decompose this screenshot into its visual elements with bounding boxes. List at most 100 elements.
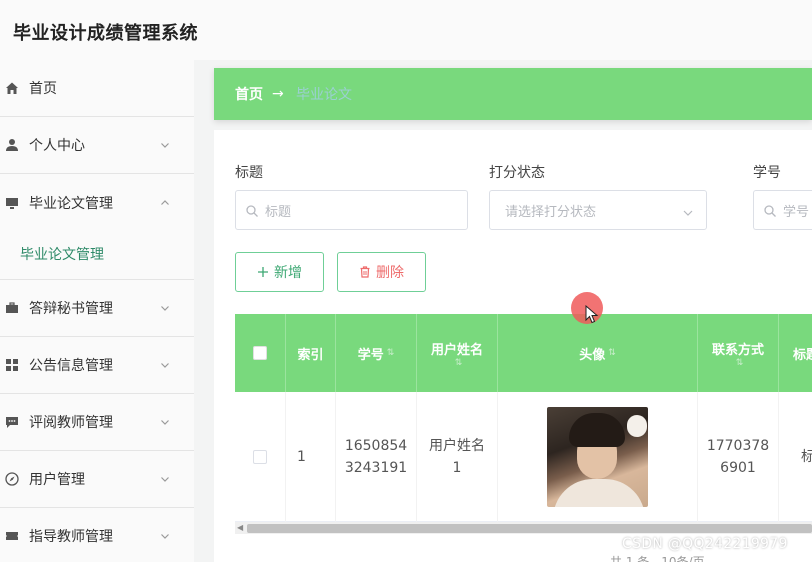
title-filter-placeholder: 标题 — [265, 204, 292, 220]
home-icon — [4, 81, 19, 96]
scrollbar-thumb[interactable] — [247, 524, 812, 533]
sidebar-item-reviewer[interactable]: 评阅教师管理 — [0, 394, 194, 451]
add-button-label: 新增 — [274, 265, 302, 281]
sidebar-item-label: 毕业论文管理 — [29, 195, 113, 212]
add-button[interactable]: 新增 — [235, 252, 324, 292]
cell-user-name: 用户姓名 1 — [417, 392, 498, 522]
column-header-index[interactable]: 索引 — [286, 314, 336, 392]
sidebar-item-label: 答辩秘书管理 — [29, 301, 113, 317]
chevron-down-icon — [159, 139, 171, 151]
cell-user-name-line: 1 — [452, 460, 462, 476]
column-header-student-no[interactable]: 学号 ⇅ — [336, 314, 417, 392]
app-title: 毕业设计成绩管理系统 — [13, 23, 198, 44]
sidebar-subitem-thesis-manage[interactable]: 毕业论文管理 — [0, 229, 194, 280]
status-filter-placeholder: 请选择打分状态 — [505, 204, 597, 220]
chevron-down-icon — [159, 302, 171, 314]
cell-student-no-line: 1650854 — [344, 438, 408, 454]
breadcrumb-home[interactable]: 首页 — [235, 84, 263, 104]
cell-contact-line: 6901 — [720, 460, 756, 476]
chevron-down-icon — [682, 204, 694, 216]
column-header-label: 用户姓名 — [430, 342, 483, 358]
chevron-up-icon — [159, 197, 171, 209]
sidebar-item-label: 用户管理 — [29, 472, 85, 488]
search-icon — [763, 203, 777, 217]
cell-student-no-line: 3243191 — [344, 460, 408, 476]
sidebar-item-label: 个人中心 — [29, 138, 85, 154]
student-filter-label: 学号 — [753, 165, 781, 181]
column-header-avatar[interactable]: 头像 ⇅ — [498, 314, 698, 392]
chevron-down-icon — [159, 416, 171, 428]
title-filter-label: 标题 — [235, 165, 263, 181]
breadcrumb: 首页 → 毕业论文 — [214, 68, 812, 120]
chevron-down-icon — [159, 359, 171, 371]
pagination-summary: 共 1 条 10条/页 — [610, 555, 705, 562]
grid-icon — [4, 358, 19, 373]
breadcrumb-separator: → — [272, 86, 284, 102]
sidebar-item-notice[interactable]: 公告信息管理 — [0, 337, 194, 394]
column-header-contact[interactable]: 联系方式 ⇅ — [698, 314, 779, 392]
sidebar-item-thesis[interactable]: 毕业论文管理 — [0, 174, 194, 231]
chevron-down-icon — [159, 473, 171, 485]
sidebar-item-secretary[interactable]: 答辩秘书管理 — [0, 280, 194, 337]
sidebar-item-users[interactable]: 用户管理 — [0, 451, 194, 508]
select-all-checkbox[interactable] — [253, 346, 267, 360]
search-icon — [245, 203, 259, 217]
student-filter-placeholder: 学号 — [783, 204, 810, 220]
column-header-title[interactable]: 标题 — [779, 314, 812, 392]
title-filter-input[interactable]: 标题 — [235, 190, 468, 230]
plus-icon — [257, 266, 269, 278]
sidebar-item-label: 首页 — [29, 81, 57, 97]
cell-title: 标 — [779, 392, 812, 522]
top-bar: 毕业设计成绩管理系统 — [0, 0, 812, 60]
column-header-label: 头像 — [579, 347, 606, 363]
cell-contact: 1770378 6901 — [698, 392, 779, 522]
mouse-pointer-icon — [585, 305, 599, 324]
compass-icon — [4, 472, 19, 487]
sidebar-item-label: 公告信息管理 — [29, 358, 113, 374]
sort-icon[interactable]: ⇅ — [455, 358, 463, 368]
chat-icon — [4, 415, 19, 430]
avatar-body-shape — [553, 479, 645, 507]
ticket-icon — [4, 529, 19, 544]
status-filter-label: 打分状态 — [489, 165, 545, 181]
sidebar-item-label: 评阅教师管理 — [29, 415, 113, 431]
cell-index: 1 — [286, 392, 336, 522]
sidebar-item-advisor[interactable]: 指导教师管理 — [0, 508, 194, 562]
avatar-toy-shape — [627, 415, 647, 437]
table-row[interactable]: 1 1650854 3243191 用户姓名 1 1770378 6901 标 — [235, 392, 812, 522]
table-header: 索引 学号 ⇅ 用户姓名 ⇅ 头像 ⇅ 联系方式 ⇅ 标题 — [235, 314, 812, 392]
cell-user-name-line: 用户姓名 — [429, 438, 485, 454]
sidebar: 首页 个人中心 毕业论文管理 毕业论文管理 答辩秘书管理 公告信息管理 评阅教师… — [0, 60, 194, 562]
briefcase-icon — [4, 301, 19, 316]
user-icon — [4, 138, 19, 153]
cell-student-no: 1650854 3243191 — [336, 392, 417, 522]
horizontal-scrollbar[interactable]: ◀ — [235, 522, 812, 534]
sort-icon[interactable]: ⇅ — [387, 348, 395, 358]
delete-button-label: 删除 — [376, 265, 404, 281]
row-checkbox[interactable] — [253, 450, 267, 464]
column-header-user-name[interactable]: 用户姓名 ⇅ — [417, 314, 498, 392]
chevron-down-icon — [159, 530, 171, 542]
column-header-label: 标题 — [793, 347, 812, 363]
sort-icon[interactable]: ⇅ — [736, 358, 744, 368]
cell-contact-line: 1770378 — [706, 438, 770, 454]
sidebar-item-home[interactable]: 首页 — [0, 60, 194, 117]
sort-icon[interactable]: ⇅ — [608, 348, 616, 358]
student-filter-input[interactable]: 学号 — [753, 190, 812, 230]
watermark: CSDN @QQ242219979 — [622, 536, 788, 552]
sidebar-item-label: 指导教师管理 — [29, 529, 113, 545]
scroll-left-arrow-icon[interactable]: ◀ — [237, 524, 245, 532]
cell-avatar — [498, 392, 698, 522]
select-all-cell — [235, 314, 286, 392]
column-header-label: 学号 — [357, 347, 384, 363]
delete-button[interactable]: 删除 — [337, 252, 426, 292]
sidebar-subitem-label: 毕业论文管理 — [20, 247, 104, 263]
status-filter-select[interactable]: 请选择打分状态 — [489, 190, 707, 230]
column-header-label: 联系方式 — [711, 342, 764, 358]
column-header-label: 索引 — [297, 347, 324, 363]
monitor-icon — [4, 195, 19, 210]
avatar-hair-shape — [569, 413, 625, 447]
sidebar-item-profile[interactable]: 个人中心 — [0, 117, 194, 174]
data-table: 索引 学号 ⇅ 用户姓名 ⇅ 头像 ⇅ 联系方式 ⇅ 标题 1 1650854 … — [235, 314, 812, 522]
avatar-image[interactable] — [547, 407, 648, 507]
